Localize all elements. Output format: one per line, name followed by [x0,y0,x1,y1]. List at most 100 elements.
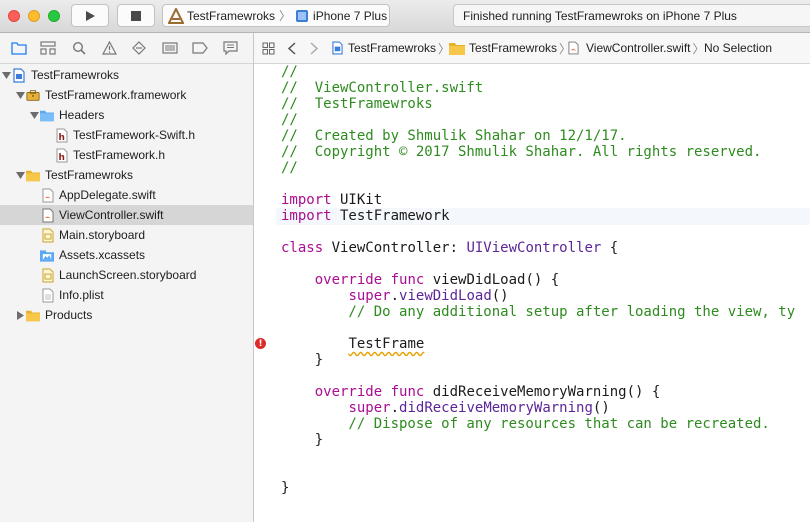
tree-item-headers[interactable]: Headers [0,105,253,125]
activity-status-text: Finished running TestFramewroks on iPhon… [463,8,737,23]
blue-folder-icon [40,108,54,122]
minimize-window-button[interactable] [28,10,40,22]
tree-item-plist[interactable]: Info.plist [0,285,253,305]
tree-item-label: TestFramework.framework [45,88,187,102]
header-file-icon: h [55,128,69,143]
chevron-right-icon: 〉 [692,41,705,56]
zoom-window-button[interactable] [48,10,60,22]
test-diamond-icon[interactable] [131,40,147,56]
svg-text:h: h [59,153,65,163]
code-line: // Dispose of any resources that can be … [281,416,770,432]
hierarchy-icon[interactable] [40,40,56,56]
code-line: // ViewController.swift [281,80,484,96]
jump-bar-symbol[interactable]: No Selection [704,33,772,63]
tree-item-label: Main.storyboard [59,228,146,242]
code-line: // Created by Shmulik Shahar on 12/1/17. [281,128,627,144]
swift-file-icon [568,41,579,55]
tree-item-label: TestFramewroks [45,168,134,182]
code-line: // Do any additional setup after loading… [281,304,796,320]
jump-bar-label: TestFramewroks [348,41,437,55]
storyboard-icon [41,268,55,282]
header-file-icon: h [55,148,69,163]
yellow-folder-icon [449,42,465,55]
code-line: } [281,480,290,496]
code-line: class ViewController: UIViewController { [281,240,619,256]
tree-item-label: TestFramewroks [31,68,120,82]
project-icon [332,41,343,55]
navigator-tab-bar [0,33,253,64]
project-navigator: TestFramewroks TestFramework.framework H… [0,33,254,522]
device-icon [296,9,309,22]
editor-gutter [254,64,276,522]
code-line: // [281,112,298,128]
code-line: // [281,64,298,80]
disclosure-down-icon[interactable] [29,110,39,120]
jump-bar-label: ViewController.swift [586,41,691,55]
code-line: // Copyright © 2017 Shmulik Shahar. All … [281,144,762,160]
tree-item-group[interactable]: TestFramewroks [0,165,253,185]
jump-bar-group[interactable]: TestFramewroks 〉 [449,33,571,63]
breakpoint-icon[interactable] [192,40,208,56]
tree-item-label: AppDelegate.swift [59,188,156,202]
disclosure-right-icon[interactable] [15,310,25,320]
tree-item-label: Headers [59,108,105,122]
disclosure-down-icon[interactable] [1,70,11,80]
yellow-folder-icon [26,168,40,182]
source-editor[interactable]: // // ViewController.swift // TestFramew… [281,64,810,522]
activity-viewer: Finished running TestFramewroks on iPhon… [453,4,810,27]
tree-item-label: Assets.xcassets [59,248,146,262]
plist-icon [41,288,55,302]
tree-item-storyboard[interactable]: Main.storyboard [0,225,253,245]
tree-item-swift-file-selected[interactable]: ViewController.swift [0,205,253,225]
jump-bar: TestFramewroks 〉 TestFramewroks 〉 ViewCo… [254,33,810,64]
tree-item-swift-file[interactable]: AppDelegate.swift [0,185,253,205]
code-line: import TestFramework [281,208,450,224]
folder-icon[interactable] [11,40,27,56]
error-icon[interactable]: ! [255,338,266,349]
tree-item-project[interactable]: TestFramewroks [0,65,253,85]
code-line: import UIKit [281,192,383,208]
framework-icon [26,88,40,102]
report-icon[interactable] [222,40,238,56]
jump-bar-file[interactable]: ViewController.swift 〉 [568,33,705,63]
tree-item-header-file[interactable]: h TestFramework-Swift.h [0,125,253,145]
scheme-device-label: iPhone 7 Plus [313,8,388,23]
tree-item-header-file[interactable]: h TestFramework.h [0,145,253,165]
swift-file-icon [41,188,55,202]
jump-bar-project[interactable]: TestFramewroks 〉 [332,33,450,63]
toolbar: TestFramewroks 〉 iPhone 7 Plus Finished … [0,0,810,33]
jump-bar-label: TestFramewroks [469,41,558,55]
code-line: override func didReceiveMemoryWarning() … [314,384,661,400]
tree-item-storyboard[interactable]: LaunchScreen.storyboard [0,265,253,285]
swift-file-icon [41,208,55,222]
warning-icon[interactable] [101,40,117,56]
search-icon[interactable] [71,40,87,56]
tree-item-label: ViewController.swift [59,208,164,222]
project-icon [12,67,26,83]
back-chevron-icon[interactable] [288,33,296,63]
close-window-button[interactable] [8,10,20,22]
chevron-right-icon: 〉 [279,9,292,23]
assets-icon [40,248,54,262]
tree-item-label: TestFramework.h [73,148,166,162]
stop-icon [131,10,141,21]
code-line: } [281,352,324,368]
list-icon[interactable] [162,40,178,56]
code-line: override func viewDidLoad() { [314,272,560,288]
code-line: // TestFramewroks [281,96,433,112]
run-button[interactable] [71,4,109,27]
tree-item-label: Products [45,308,93,322]
tree-item-assets[interactable]: Assets.xcassets [0,245,253,265]
disclosure-down-icon[interactable] [15,90,25,100]
tree-item-group-products[interactable]: Products [0,305,253,325]
stop-button[interactable] [117,4,155,27]
code-line-error: TestFrame [348,336,425,352]
tree-item-framework[interactable]: TestFramework.framework [0,85,253,105]
disclosure-down-icon[interactable] [15,170,25,180]
related-items-icon[interactable] [262,33,275,63]
yellow-folder-icon [26,308,40,322]
forward-chevron-icon[interactable] [310,33,318,63]
scheme-selector[interactable]: TestFramewroks 〉 iPhone 7 Plus [162,4,390,27]
scheme-target-label: TestFramewroks [187,8,276,23]
app-target-icon [168,7,184,24]
